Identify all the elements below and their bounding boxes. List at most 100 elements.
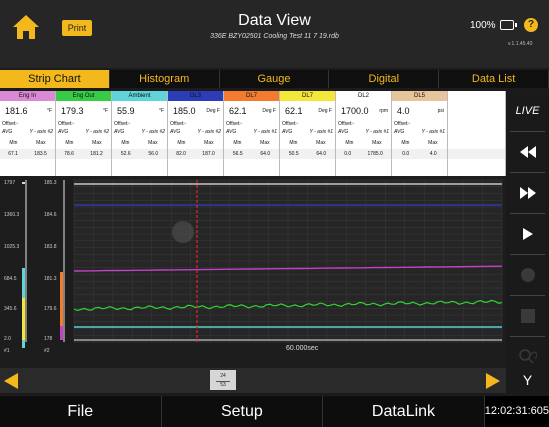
channel-avg: AVG [226, 129, 237, 135]
channel-unit: °F [158, 108, 164, 114]
tab-histogram[interactable]: Histogram [110, 70, 220, 88]
channel-min: 0.0 [402, 151, 410, 157]
channel-unit: °F [46, 108, 52, 114]
channel-name: DL7 [224, 91, 279, 101]
tab-gauge[interactable]: Gauge [220, 70, 330, 88]
channel-minmax-header: Min Max [280, 137, 335, 149]
fast-forward-icon [519, 187, 536, 199]
channel-column[interactable]: DL7 62.1 Deg F Offset:- AVG Y - axis #1 Mi… [224, 91, 280, 176]
help-icon[interactable]: ? [524, 18, 538, 32]
channel-minmax-header: Min Max [168, 137, 223, 149]
tab-strip-chart[interactable]: Strip Chart [0, 70, 110, 88]
axis1-tick-label: 1025.3 [4, 244, 20, 250]
play-icon [522, 228, 533, 240]
axis2-tick-label: 178 [44, 336, 53, 342]
strip-chart[interactable]: 1797 1360.3 1025.3 684.5 345.6 2.0 185.3 184.6 1… [0, 176, 506, 371]
channel-unit: psi [437, 108, 444, 114]
scroll-thumb[interactable]: 24 53 [210, 370, 236, 390]
channel-minmax-values: 56.5 64.0 [224, 149, 279, 159]
channel-unit: rpm [379, 108, 388, 114]
channel-value [448, 101, 505, 121]
rewind-button[interactable] [506, 132, 549, 172]
channel-column[interactable]: DL3 185.0 Deg F Offset:- AVG Y - axis #2 M… [168, 91, 224, 176]
channel-axis: Y - axis #2 [197, 129, 221, 135]
channel-offset: Offset:- [226, 121, 243, 127]
channel-name: DL5 [392, 91, 447, 101]
scroll-right-button[interactable] [486, 373, 500, 394]
channel-unit: Deg F [262, 108, 276, 114]
cursor-handle[interactable] [172, 221, 194, 243]
channel-column[interactable]: Eng Out 179.3 °F Offset:- AVG Y - axis #2 … [56, 91, 112, 176]
channel-minmax-values: 50.5 64.0 [280, 149, 335, 159]
channel-name [448, 91, 505, 101]
min-label: Min [289, 140, 298, 146]
channel-max: 4.0 [429, 151, 437, 157]
record-icon [520, 268, 535, 282]
min-label: Min [345, 140, 354, 146]
top-bar: Print Data View 336E BZY02501 Cooling Te… [0, 0, 549, 68]
max-label: Max [36, 140, 46, 146]
channel-axis: Y - axis #2 [29, 129, 53, 135]
channel-offset: Offset:- [338, 121, 355, 127]
record-button[interactable] [506, 255, 549, 295]
live-button[interactable]: LIVE [506, 91, 549, 131]
channel-column[interactable] [448, 91, 506, 176]
channel-name: DL7 [280, 91, 335, 101]
channel-avg: AVG [2, 129, 13, 135]
axis1-tick-label: 684.5 [4, 276, 17, 282]
channel-axis: Y - axis #2 [141, 129, 165, 135]
channel-column[interactable]: DL7 62.1 Deg F Offset:- AVG Y - axis #1 Mi… [280, 91, 336, 176]
channel-value: 4.0 psi [392, 101, 447, 121]
channel-minmax-header: Min Max [224, 137, 279, 149]
scroll-left-icon [4, 373, 18, 389]
search-zoom-icon [518, 349, 537, 364]
channel-value: 185.0 Deg F [168, 101, 223, 121]
setup-button[interactable]: Setup [162, 396, 324, 427]
tab-data-list[interactable]: Data List [439, 70, 549, 88]
channel-max: 64.0 [316, 151, 327, 157]
channel-max: 1785.0 [367, 151, 383, 157]
channel-min: 50.5 [288, 151, 299, 157]
channel-minmax-values: 52.6 56.0 [112, 149, 167, 159]
strip-chart-canvas[interactable]: 1797 1360.3 1025.3 684.5 345.6 2.0 185.3 184.6 1… [0, 176, 506, 371]
stop-icon [520, 309, 535, 323]
max-label: Max [148, 140, 158, 146]
channel-offset: Offset:- [394, 121, 411, 127]
channel-min: 56.5 [232, 151, 243, 157]
max-label: Max [260, 140, 270, 146]
file-button[interactable]: File [0, 396, 162, 427]
max-label: Max [316, 140, 326, 146]
channel-column[interactable]: DL2 1700.0 rpm Offset:- AVG Y - axis #1 Mi… [336, 91, 392, 176]
channel-avg: AVG [114, 129, 125, 135]
axis2-scale-bar [60, 272, 63, 332]
tab-digital[interactable]: Digital [329, 70, 440, 88]
channel-min: 78.6 [64, 151, 74, 157]
channel-column[interactable]: Ambient 55.9 °F Offset:- AVG Y - axis #2 M… [112, 91, 168, 176]
channel-avg-row: AVG Y - axis #2 [0, 129, 55, 137]
channel-avg: AVG [282, 129, 293, 135]
time-scrollbar[interactable]: 24 53 [0, 368, 506, 393]
version-label: v.1.1.45.40 [508, 41, 533, 47]
channel-offset: Offset:- [282, 121, 299, 127]
datalink-button[interactable]: DataLink [323, 396, 485, 427]
channel-avg-row: AVG Y - axis #2 [56, 129, 111, 137]
channel-column[interactable]: Eng In 181.6 °F Offset:- AVG Y - axis #2 M… [0, 91, 56, 176]
channel-avg: AVG [394, 129, 405, 135]
axis-name: #2 [44, 348, 50, 354]
channel-value: 1700.0 rpm [336, 101, 391, 121]
play-button[interactable] [506, 214, 549, 254]
axis-name: #1 [4, 348, 10, 354]
max-label: Max [92, 140, 102, 146]
min-label: Min [401, 140, 410, 146]
channel-avg-row: AVG Y - axis #1 [392, 129, 447, 137]
channel-max: 56.0 [148, 151, 159, 157]
scroll-left-button[interactable] [4, 373, 18, 394]
axis1-scale-bar [22, 298, 25, 340]
y-axis-button[interactable]: Y [506, 368, 549, 393]
axis1-tick-label: 2.0 [4, 336, 11, 342]
channel-avg: AVG [170, 129, 181, 135]
channel-column[interactable]: DL5 4.0 psi Offset:- AVG Y - axis #1 Min Ma… [392, 91, 448, 176]
stop-button[interactable] [506, 296, 549, 336]
fast-forward-button[interactable] [506, 173, 549, 213]
scroll-right-icon [486, 373, 500, 389]
